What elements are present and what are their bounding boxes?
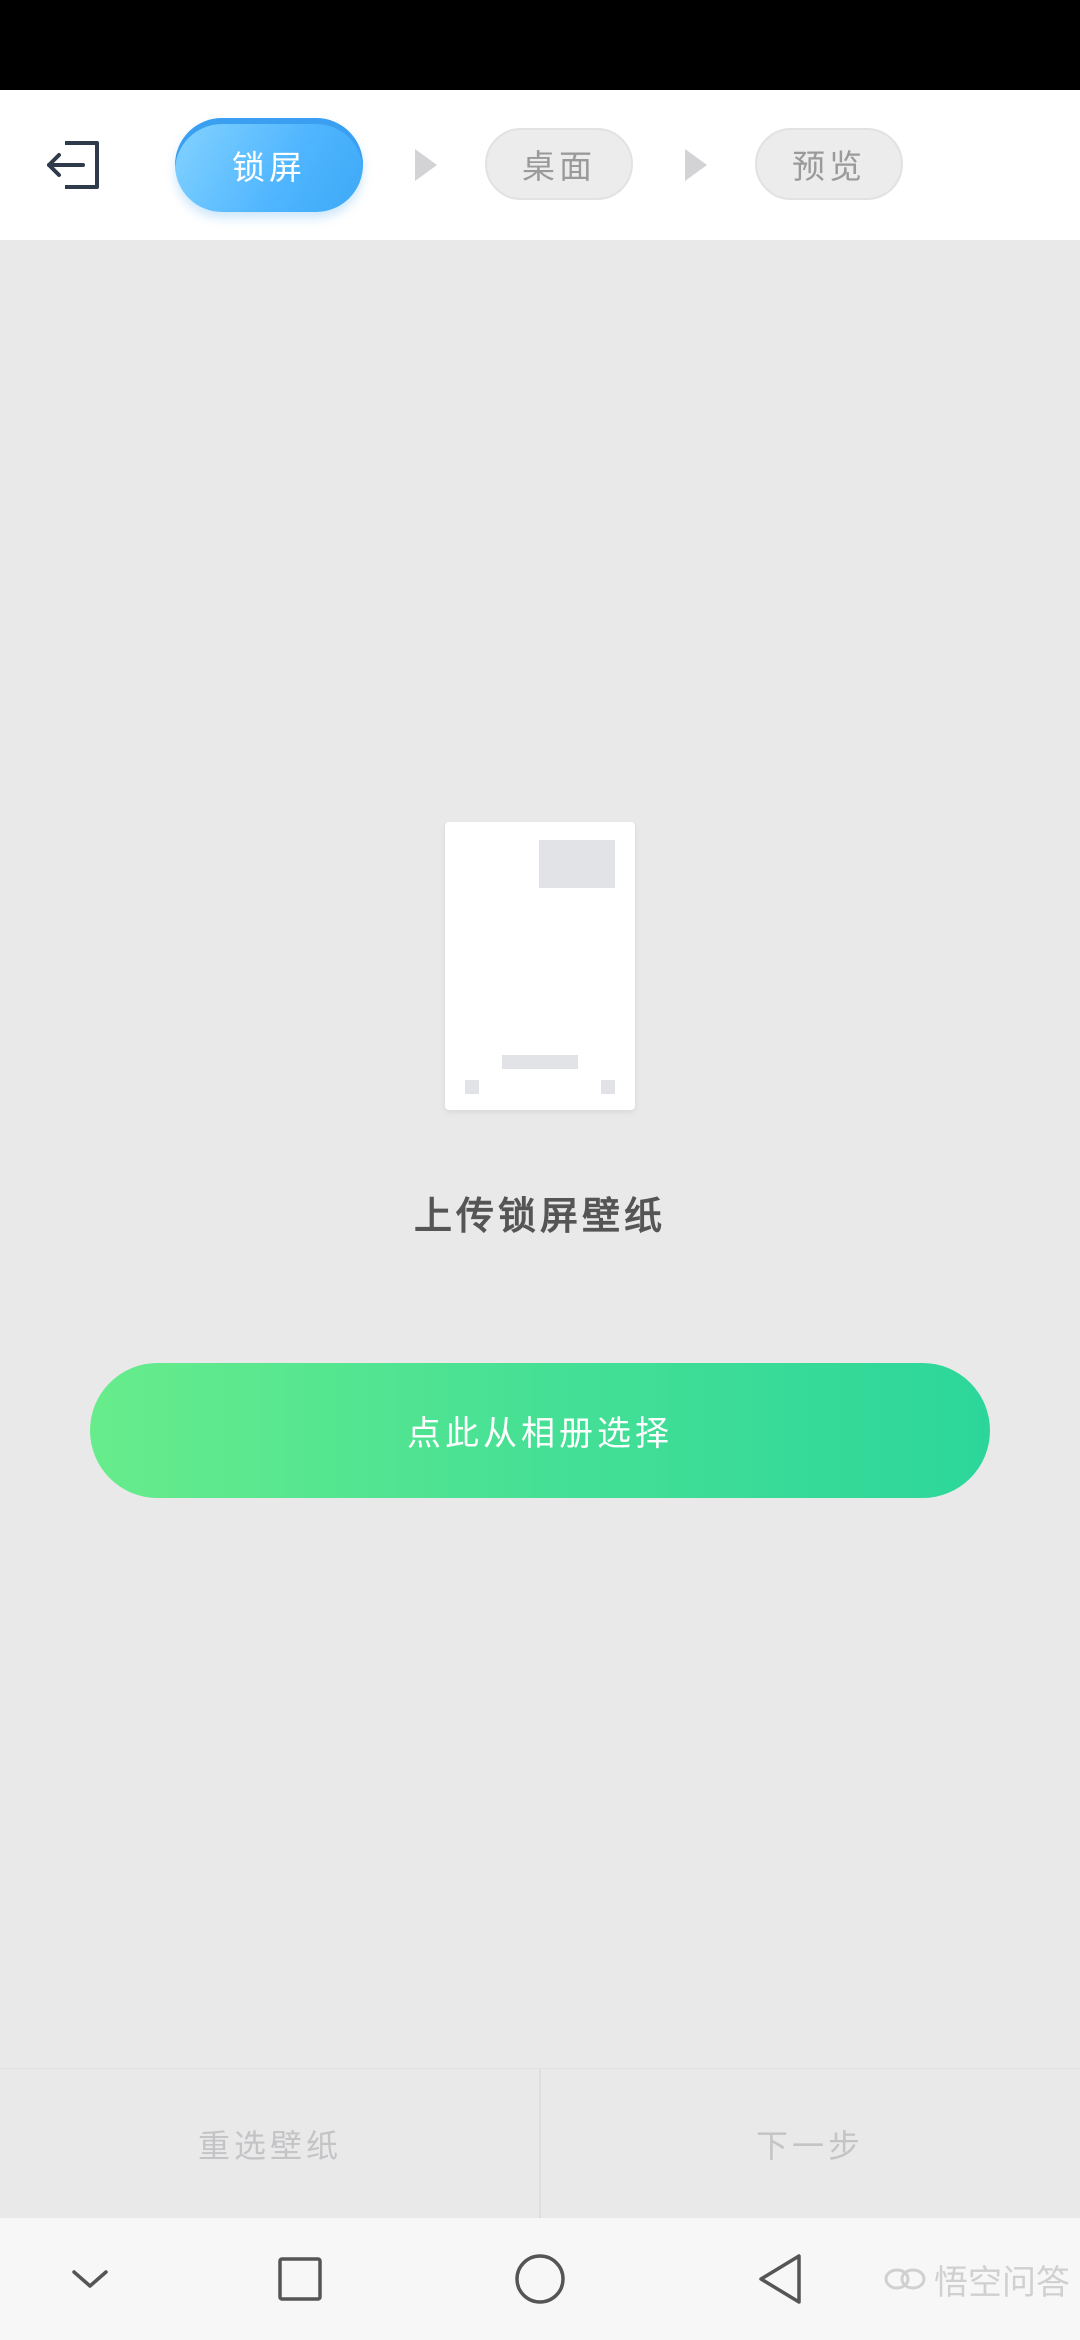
watermark-text: 悟空问答 [934, 2262, 1070, 2303]
triangle-back-icon [759, 2254, 801, 2304]
next-label: 下一步 [755, 2127, 864, 2165]
step-label: 桌面 [522, 147, 596, 186]
step-preview[interactable]: 预览 [755, 128, 903, 200]
pick-button-label: 点此从相册选择 [407, 1414, 673, 1454]
system-nav-bar: 悟空问答 [0, 2218, 1080, 2340]
pick-from-album-button[interactable]: 点此从相册选择 [90, 1363, 990, 1498]
nav-recents-button[interactable] [260, 2239, 340, 2319]
step-label: 锁屏 [232, 148, 306, 187]
exit-button[interactable] [40, 130, 110, 200]
phone-placeholder-illustration [445, 822, 635, 1110]
placeholder-block [539, 840, 615, 888]
step-arrow-icon [415, 149, 437, 181]
status-bar [0, 0, 1080, 90]
chat-bubbles-icon [884, 2268, 926, 2290]
next-step-button[interactable]: 下一步 [540, 2069, 1080, 2219]
step-desktop[interactable]: 桌面 [485, 128, 633, 200]
screen: 锁屏 桌面 预览 上传锁屏壁纸 点此从相册选择 重选壁纸 下一步 悟空问答 [0, 0, 1080, 2340]
reselect-wallpaper-button[interactable]: 重选壁纸 [0, 2069, 540, 2219]
placeholder-dot [601, 1080, 615, 1094]
nav-back-button[interactable] [740, 2239, 820, 2319]
placeholder-dot [465, 1080, 479, 1094]
step-arrow-icon [685, 149, 707, 181]
reselect-label: 重选壁纸 [197, 2127, 342, 2165]
placeholder-bar [502, 1055, 578, 1069]
nav-collapse-button[interactable] [50, 2239, 130, 2319]
square-icon [278, 2257, 322, 2301]
header: 锁屏 桌面 预览 [0, 90, 1080, 240]
watermark: 悟空问答 [884, 2256, 1070, 2303]
step-lockscreen[interactable]: 锁屏 [175, 118, 363, 212]
exit-icon [47, 141, 99, 189]
chevron-down-icon [72, 2270, 108, 2288]
action-bar: 重选壁纸 下一步 [0, 2068, 1080, 2219]
circle-icon [515, 2254, 565, 2304]
nav-home-button[interactable] [500, 2239, 580, 2319]
step-label: 预览 [792, 147, 866, 186]
upload-title: 上传锁屏壁纸 [413, 1193, 666, 1238]
